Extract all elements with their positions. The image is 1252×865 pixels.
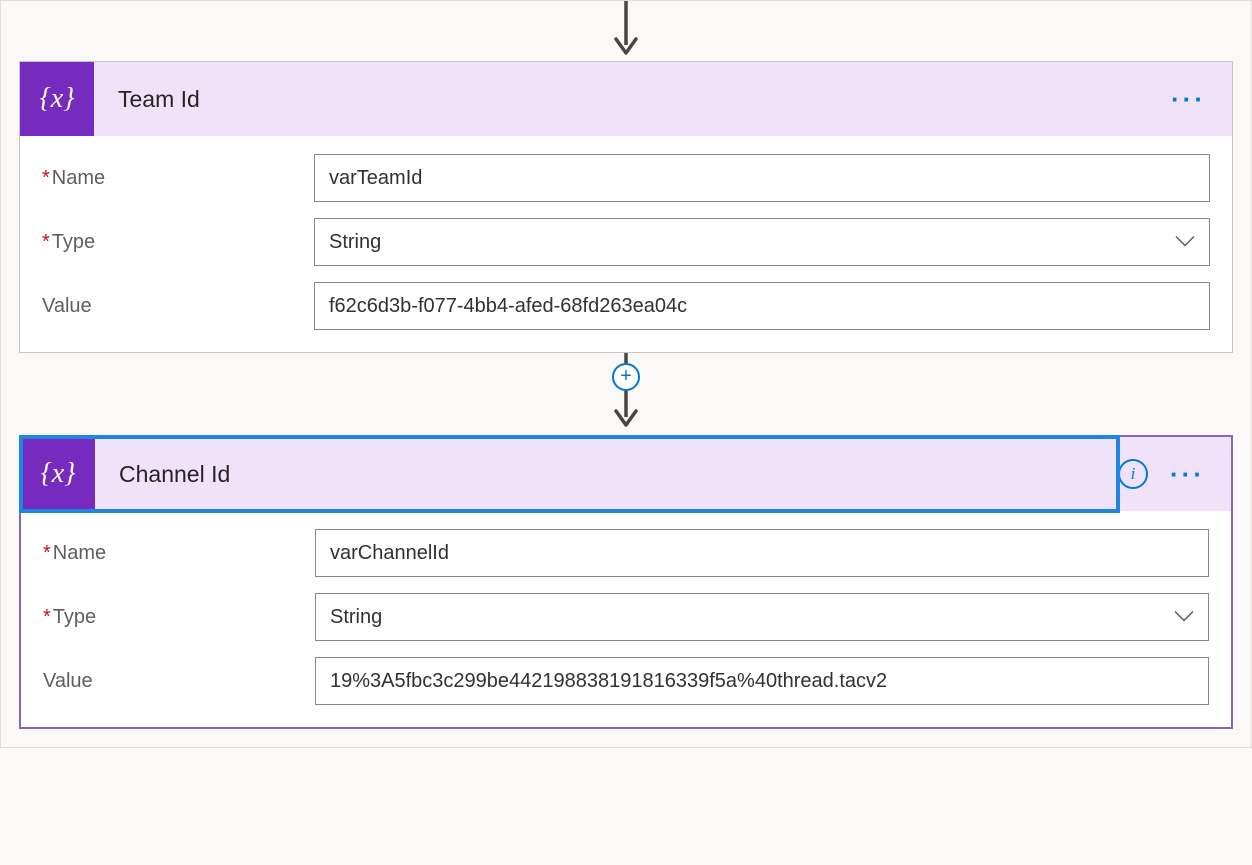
variable-icon: {x}: [21, 437, 95, 511]
name-input[interactable]: [315, 529, 1209, 577]
card-header[interactable]: {x} Team Id ···: [20, 62, 1232, 136]
name-input[interactable]: [314, 154, 1210, 202]
connector-arrow-top: [19, 1, 1233, 61]
field-label-name: *Name: [43, 542, 315, 565]
field-label-name: *Name: [42, 167, 314, 190]
type-select[interactable]: String: [314, 218, 1210, 266]
variable-icon: {x}: [20, 62, 94, 136]
card-header[interactable]: {x} Channel Id i ···: [21, 437, 1231, 511]
chevron-down-icon: [1175, 231, 1195, 254]
value-input[interactable]: [314, 282, 1210, 330]
add-step-button[interactable]: +: [612, 363, 640, 391]
field-label-value: Value: [42, 295, 314, 318]
card-body: *Name *Type String Value: [20, 136, 1232, 352]
connector-arrow-middle: +: [19, 353, 1233, 435]
card-title: Team Id: [94, 86, 200, 113]
action-card-team-id[interactable]: {x} Team Id ··· *Name *Type String: [19, 61, 1233, 353]
card-body: *Name *Type String Value: [21, 511, 1231, 727]
flow-canvas: {x} Team Id ··· *Name *Type String: [0, 0, 1252, 748]
value-input[interactable]: [315, 657, 1209, 705]
card-title: Channel Id: [95, 461, 230, 488]
field-label-value: Value: [43, 670, 315, 693]
field-label-type: *Type: [43, 606, 315, 629]
more-menu-button[interactable]: ···: [1171, 86, 1206, 112]
plus-icon: +: [620, 366, 632, 386]
info-icon[interactable]: i: [1118, 459, 1148, 489]
more-menu-button[interactable]: ···: [1170, 461, 1205, 487]
action-card-channel-id[interactable]: {x} Channel Id i ··· *Name *Type String: [19, 435, 1233, 729]
chevron-down-icon: [1174, 606, 1194, 629]
type-select[interactable]: String: [315, 593, 1209, 641]
field-label-type: *Type: [42, 231, 314, 254]
